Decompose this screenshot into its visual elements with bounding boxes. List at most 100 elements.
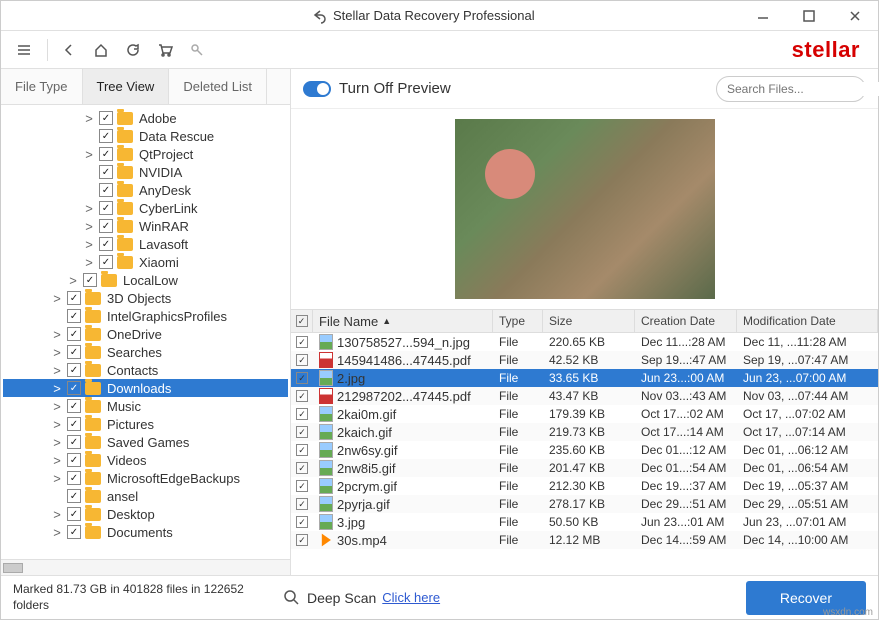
tree-checkbox[interactable] [99, 111, 113, 125]
tree-node[interactable]: >WinRAR [3, 217, 288, 235]
row-checkbox[interactable] [296, 426, 308, 438]
row-checkbox[interactable] [296, 516, 308, 528]
file-row[interactable]: 212987202...47445.pdfFile43.47 KBNov 03.… [291, 387, 878, 405]
maximize-button[interactable] [786, 1, 832, 31]
key-button[interactable] [182, 35, 212, 65]
file-row[interactable]: 30s.mp4File12.12 MBDec 14...:59 AMDec 14… [291, 531, 878, 549]
row-checkbox[interactable] [296, 408, 308, 420]
file-type: File [493, 443, 543, 457]
file-row[interactable]: 2kai0m.gifFile179.39 KBOct 17...:02 AMOc… [291, 405, 878, 423]
tab-deleted-list[interactable]: Deleted List [169, 69, 267, 104]
tree-checkbox[interactable] [99, 255, 113, 269]
col-modification-date[interactable]: Modification Date [737, 310, 878, 332]
tree-scrollbar[interactable] [1, 559, 290, 575]
tree-node[interactable]: >Pictures [3, 415, 288, 433]
close-button[interactable] [832, 1, 878, 31]
file-row[interactable]: 2nw8i5.gifFile201.47 KBDec 01...:54 AMDe… [291, 459, 878, 477]
file-row[interactable]: 2kaich.gifFile219.73 KBOct 17...:14 AMOc… [291, 423, 878, 441]
tree-checkbox[interactable] [67, 399, 81, 413]
tree-checkbox[interactable] [67, 417, 81, 431]
refresh-button[interactable] [118, 35, 148, 65]
row-checkbox[interactable] [296, 336, 308, 348]
folder-tree[interactable]: >AdobeData Rescue>QtProjectNVIDIAAnyDesk… [1, 105, 290, 559]
tree-node[interactable]: >Lavasoft [3, 235, 288, 253]
tree-node[interactable]: >QtProject [3, 145, 288, 163]
tree-node[interactable]: >Xiaomi [3, 253, 288, 271]
tree-checkbox[interactable] [99, 165, 113, 179]
col-size[interactable]: Size [543, 310, 635, 332]
tree-node[interactable]: ansel [3, 487, 288, 505]
file-row[interactable]: 130758527...594_n.jpgFile220.65 KBDec 11… [291, 333, 878, 351]
tree-checkbox[interactable] [99, 201, 113, 215]
file-row[interactable]: 2.jpgFile33.65 KBJun 23...:00 AMJun 23, … [291, 369, 878, 387]
tree-checkbox[interactable] [67, 435, 81, 449]
tree-node[interactable]: >OneDrive [3, 325, 288, 343]
file-row[interactable]: 145941486...47445.pdfFile42.52 KBSep 19.… [291, 351, 878, 369]
file-grid[interactable]: 130758527...594_n.jpgFile220.65 KBDec 11… [291, 333, 878, 575]
row-checkbox[interactable] [296, 480, 308, 492]
tree-checkbox[interactable] [67, 471, 81, 485]
tree-checkbox[interactable] [67, 363, 81, 377]
row-checkbox[interactable] [296, 372, 308, 384]
preview-toggle[interactable] [303, 81, 331, 97]
tree-node[interactable]: >Videos [3, 451, 288, 469]
tree-node[interactable]: >Contacts [3, 361, 288, 379]
header-checkbox[interactable]: ✓ [291, 310, 313, 332]
file-icon [319, 442, 333, 458]
tree-node[interactable]: >Music [3, 397, 288, 415]
tree-node[interactable]: Data Rescue [3, 127, 288, 145]
tree-checkbox[interactable] [67, 291, 81, 305]
tree-checkbox[interactable] [67, 345, 81, 359]
file-row[interactable]: 2nw6sy.gifFile235.60 KBDec 01...:12 AMDe… [291, 441, 878, 459]
tree-checkbox[interactable] [67, 381, 81, 395]
tree-node[interactable]: >Desktop [3, 505, 288, 523]
deep-scan-link[interactable]: Click here [382, 590, 440, 605]
row-checkbox[interactable] [296, 534, 308, 546]
tab-file-type[interactable]: File Type [1, 69, 83, 104]
tree-checkbox[interactable] [67, 309, 81, 323]
tree-checkbox[interactable] [67, 507, 81, 521]
row-checkbox[interactable] [296, 462, 308, 474]
tree-checkbox[interactable] [99, 147, 113, 161]
tree-checkbox[interactable] [83, 273, 97, 287]
tree-node[interactable]: >CyberLink [3, 199, 288, 217]
back-button[interactable] [54, 35, 84, 65]
tree-node[interactable]: >3D Objects [3, 289, 288, 307]
file-row[interactable]: 3.jpgFile50.50 KBJun 23...:01 AMJun 23, … [291, 513, 878, 531]
tree-checkbox[interactable] [67, 327, 81, 341]
file-row[interactable]: 2pyrja.gifFile278.17 KBDec 29...:51 AMDe… [291, 495, 878, 513]
tree-node[interactable]: >Searches [3, 343, 288, 361]
home-button[interactable] [86, 35, 116, 65]
tree-node[interactable]: >Downloads [3, 379, 288, 397]
tree-node[interactable]: AnyDesk [3, 181, 288, 199]
tree-node[interactable]: >Documents [3, 523, 288, 541]
tree-checkbox[interactable] [67, 453, 81, 467]
tree-checkbox[interactable] [99, 183, 113, 197]
row-checkbox[interactable] [296, 354, 308, 366]
tree-node[interactable]: >MicrosoftEdgeBackups [3, 469, 288, 487]
search-input[interactable] [727, 82, 879, 96]
tree-checkbox[interactable] [99, 237, 113, 251]
file-row[interactable]: 2pcrym.gifFile212.30 KBDec 19...:37 AMDe… [291, 477, 878, 495]
tree-checkbox[interactable] [99, 219, 113, 233]
tree-node[interactable]: NVIDIA [3, 163, 288, 181]
cart-button[interactable] [150, 35, 180, 65]
tree-checkbox[interactable] [99, 129, 113, 143]
tree-node[interactable]: >LocalLow [3, 271, 288, 289]
file-icon [319, 424, 333, 440]
col-creation-date[interactable]: Creation Date [635, 310, 737, 332]
row-checkbox[interactable] [296, 498, 308, 510]
row-checkbox[interactable] [296, 444, 308, 456]
minimize-button[interactable] [740, 1, 786, 31]
tab-tree-view[interactable]: Tree View [83, 69, 170, 104]
row-checkbox[interactable] [296, 390, 308, 402]
menu-button[interactable] [9, 35, 39, 65]
tree-checkbox[interactable] [67, 489, 81, 503]
tree-node[interactable]: >Adobe [3, 109, 288, 127]
col-type[interactable]: Type [493, 310, 543, 332]
search-box[interactable] [716, 76, 866, 102]
tree-node[interactable]: IntelGraphicsProfiles [3, 307, 288, 325]
tree-node[interactable]: >Saved Games [3, 433, 288, 451]
col-filename[interactable]: File Name ▲ [313, 310, 493, 332]
tree-checkbox[interactable] [67, 525, 81, 539]
